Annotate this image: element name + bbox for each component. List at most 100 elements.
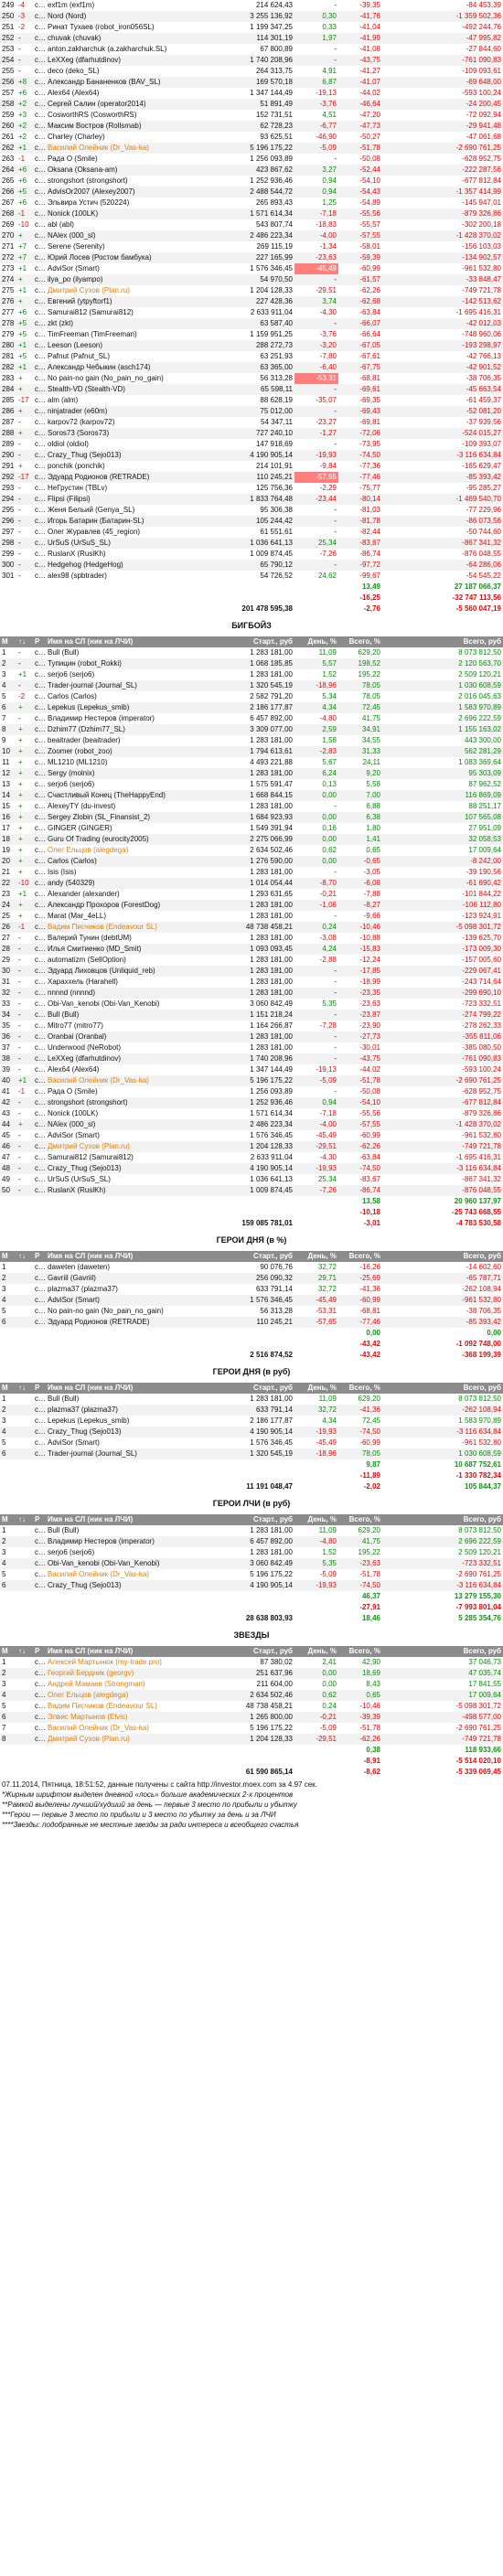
participant-name[interactable]: strongshort (strongshort)	[46, 1097, 229, 1108]
participant-name[interactable]: No pain-no gain (No_pain_no_gain)	[46, 373, 229, 384]
participant-name[interactable]: Элвис Мартынов (Elvis)	[46, 1712, 229, 1723]
participant-name[interactable]: Lepekus (Lepekus_smib)	[46, 1416, 229, 1427]
participant-name[interactable]: automatizm (SellOption)	[46, 955, 229, 966]
participant-name[interactable]: Дмитрий Сухов (Plan.ru)	[46, 1141, 229, 1152]
participant-name[interactable]: Underwood (NeRobot)	[46, 1042, 229, 1053]
participant-name[interactable]: Олег Журавлев (45_region)	[46, 527, 229, 538]
participant-name[interactable]: AlexeyTY (du-invest)	[46, 801, 229, 812]
participant-name[interactable]: Pafnut (Pafnut_SL)	[46, 351, 229, 362]
participant-name[interactable]: exf1m (exf1m)	[46, 0, 229, 11]
participant-name[interactable]: Эльвира Устич (520224)	[46, 198, 229, 208]
participant-name[interactable]: Crazy_Thug (Sejo013)	[46, 1580, 229, 1591]
participant-name[interactable]: НеГрустин (TBLv)	[46, 483, 229, 494]
col-total-pct[interactable]: Всего, %	[338, 1646, 382, 1657]
participant-name[interactable]: Samurai812 (Samurai812)	[46, 307, 229, 318]
participant-name[interactable]: Marat (Mar_4eLL)	[46, 911, 229, 922]
participant-name[interactable]: Obi-Van_kenobi (Obi-Van_Kenobi)	[46, 1558, 229, 1569]
participant-name[interactable]: serjo6 (serjo6)	[46, 779, 229, 790]
col-arrow[interactable]: ↑↓	[16, 1383, 33, 1394]
participant-name[interactable]: Женя Бельий (Genya_SL)	[46, 505, 229, 516]
participant-name[interactable]: Олег Ельцов (alegdega)	[46, 1690, 229, 1701]
participant-name[interactable]: ML1210 (ML1210)	[46, 757, 229, 768]
participant-name[interactable]: NAlex (000_sl)	[46, 230, 229, 241]
participant-name[interactable]: Guru Of Trading (eurocity2005)	[46, 834, 229, 845]
participant-name[interactable]: Obi-Van_kenobi (Obi-Van_Kenobi)	[46, 999, 229, 1010]
participant-name[interactable]: Эдуард Родионов (RETRADE)	[46, 1317, 229, 1328]
col-p[interactable]: Р	[33, 1251, 46, 1262]
participant-name[interactable]: strongshort (strongshort)	[46, 176, 229, 187]
participant-name[interactable]: chuvak (chuvak)	[46, 33, 229, 44]
col-p[interactable]: Р	[33, 1514, 46, 1525]
col-p[interactable]: Р	[33, 1646, 46, 1657]
participant-name[interactable]: ponchik (ponchik)	[46, 461, 229, 472]
col-m[interactable]: М	[0, 1646, 16, 1657]
participant-name[interactable]: LeXXeg (dfarhutdinov)	[46, 55, 229, 66]
participant-name[interactable]: Владимир Нестеров (imperator)	[46, 1536, 229, 1547]
participant-name[interactable]: Sergey Zlobin (SL_Finansist_2)	[46, 812, 229, 823]
participant-name[interactable]: Валерий Тунин (debtUM)	[46, 933, 229, 944]
participant-name[interactable]: AdviSor (Smart)	[46, 1130, 229, 1141]
col-arrow[interactable]: ↑↓	[16, 1514, 33, 1525]
participant-name[interactable]: alm (alm)	[46, 395, 229, 406]
participant-name[interactable]: TimFreeman (TimFreeman)	[46, 329, 229, 340]
col-day[interactable]: День, %	[294, 1383, 338, 1394]
col-day[interactable]: День, %	[294, 636, 338, 647]
participant-name[interactable]: Олег Ельцов (alegdega)	[46, 845, 229, 856]
participant-name[interactable]: RuslanX (RuslKh)	[46, 1185, 229, 1196]
participant-name[interactable]: Василий Олейник (Dr_Vas-ka)	[46, 143, 229, 154]
participant-name[interactable]: Юрий Лосев (Ростом бамбука)	[46, 252, 229, 263]
col-start[interactable]: Старт., руб	[229, 1514, 294, 1525]
col-day[interactable]: День, %	[294, 1514, 338, 1525]
col-total-rub[interactable]: Всего, руб	[382, 1251, 503, 1262]
col-name[interactable]: Имя на СЛ (ник на ЛЧИ)	[46, 636, 229, 647]
col-p[interactable]: Р	[33, 636, 46, 647]
participant-name[interactable]: Эдуард Родионов (RETRADE)	[46, 472, 229, 483]
participant-name[interactable]: NAlex (000_sl)	[46, 1119, 229, 1130]
participant-name[interactable]: Serene (Serenity)	[46, 241, 229, 252]
participant-name[interactable]: Владимир Нестеров (imperator)	[46, 713, 229, 724]
participant-name[interactable]: No pain-no gain (No_pain_no_gain)	[46, 1306, 229, 1317]
participant-name[interactable]: Mitro77 (mitro77)	[46, 1021, 229, 1031]
participant-name[interactable]: oldiol (oldiol)	[46, 439, 229, 450]
participant-name[interactable]: Bull (Bull)	[46, 1394, 229, 1405]
participant-name[interactable]: LeXXeg (dfarhutdinov)	[46, 1053, 229, 1064]
participant-name[interactable]: Alexander (alexander)	[46, 889, 229, 900]
participant-name[interactable]: Василий Олейник (Dr_Vas-ka)	[46, 1075, 229, 1086]
col-start[interactable]: Старт., руб	[229, 636, 294, 647]
participant-name[interactable]: Trader-journal (Journal_SL)	[46, 1448, 229, 1459]
col-start[interactable]: Старт., руб	[229, 1251, 294, 1262]
col-total-rub[interactable]: Всего, руб	[382, 1646, 503, 1657]
participant-name[interactable]: Евгений (ytpyftorf1)	[46, 296, 229, 307]
col-day[interactable]: День, %	[294, 1251, 338, 1262]
col-day[interactable]: День, %	[294, 1646, 338, 1657]
participant-name[interactable]: Алексей Мартынюк (my-trade.pro)	[46, 1657, 229, 1668]
col-total-rub[interactable]: Всего, руб	[382, 636, 503, 647]
participant-name[interactable]: Георгий Бердник (georgv)	[46, 1668, 229, 1679]
participant-name[interactable]: Carlos (Carlos)	[46, 856, 229, 867]
participant-name[interactable]: Oksana (Oksana-am)	[46, 165, 229, 176]
participant-name[interactable]: nnnnd (nnnnd)	[46, 988, 229, 999]
participant-name[interactable]: Bull (Bull)	[46, 647, 229, 658]
participant-name[interactable]: Leeson (Leeson)	[46, 340, 229, 351]
participant-name[interactable]: AdviSor (Smart)	[46, 1438, 229, 1448]
participant-name[interactable]: Hedgehog (HedgeHog)	[46, 560, 229, 571]
participant-name[interactable]: Bull (Bull)	[46, 1010, 229, 1021]
col-start[interactable]: Старт., руб	[229, 1383, 294, 1394]
participant-name[interactable]: Dzhim77 (Dzhim77_SL)	[46, 724, 229, 735]
participant-name[interactable]: Bull (Bull)	[46, 1525, 229, 1536]
participant-name[interactable]: Isis (Isis)	[46, 867, 229, 878]
col-m[interactable]: М	[0, 1514, 16, 1525]
col-m[interactable]: М	[0, 1383, 16, 1394]
participant-name[interactable]: Александр Прохоров (ForestDog)	[46, 900, 229, 911]
col-arrow[interactable]: ↑↓	[16, 636, 33, 647]
participant-name[interactable]: Эдуард Лиховцов (Unliquid_reb)	[46, 966, 229, 977]
participant-name[interactable]: Sergy (molnix)	[46, 768, 229, 779]
participant-name[interactable]: AdvisOr2007 (Alexey2007)	[46, 187, 229, 198]
participant-name[interactable]: Alex64 (Alex64)	[46, 1064, 229, 1075]
participant-name[interactable]: anton.zakharchuk (a.zakharchuk.SL)	[46, 44, 229, 55]
participant-name[interactable]: beaitrader (beaitrader)	[46, 735, 229, 746]
participant-name[interactable]: Вадим Писчиков (Endeavour SL)	[46, 1701, 229, 1712]
col-m[interactable]: М	[0, 1251, 16, 1262]
participant-name[interactable]: Stealth-VD (Stealth-VD)	[46, 384, 229, 395]
participant-name[interactable]: Nonick (100LK)	[46, 1108, 229, 1119]
